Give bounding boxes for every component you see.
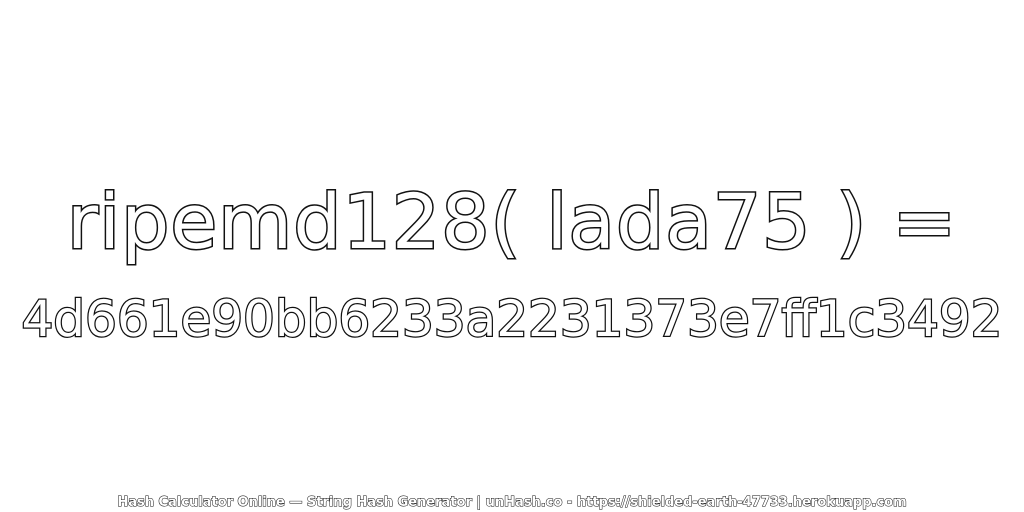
hash-expression: ripemd128( lada75 ) = xyxy=(65,176,958,268)
hash-result-image: ripemd128( lada75 ) = 4d661e90bb6233a223… xyxy=(0,0,1024,512)
hash-value: 4d661e90bb6233a2231373e7ff1c3492 xyxy=(20,289,1003,350)
site-footer: Hash Calculator Online — String Hash Gen… xyxy=(117,495,907,511)
